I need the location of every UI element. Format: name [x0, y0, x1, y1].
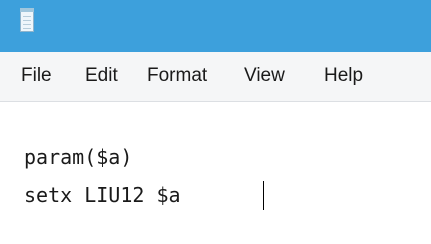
notepad-window: File Edit Format View Help param($a) set…	[0, 0, 431, 244]
menu-help[interactable]: Help	[324, 65, 363, 87]
text-cursor	[263, 181, 264, 210]
title-bar[interactable]	[0, 0, 431, 52]
notepad-icon[interactable]	[20, 8, 34, 32]
menu-format[interactable]: Format	[147, 65, 207, 87]
menu-view[interactable]: View	[244, 65, 285, 87]
text-editor[interactable]: param($a) setx LIU12 $a	[0, 102, 431, 244]
editor-line: param($a)	[24, 145, 133, 169]
menu-bar: File Edit Format View Help	[0, 52, 431, 102]
editor-line: setx LIU12 $a	[24, 183, 193, 207]
menu-file[interactable]: File	[21, 65, 52, 87]
menu-edit[interactable]: Edit	[85, 65, 118, 87]
